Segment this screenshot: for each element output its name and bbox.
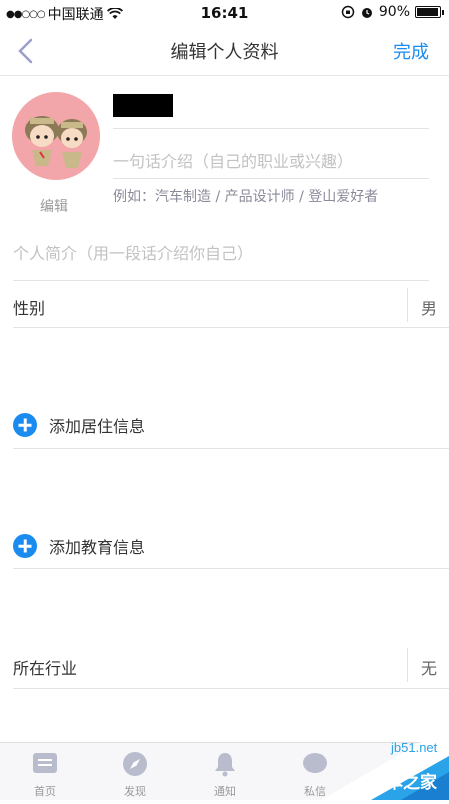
avatar-illustration: [12, 92, 100, 180]
add-residence-label: 添加居住信息: [49, 413, 145, 437]
divider: [407, 288, 408, 322]
bell-icon: [212, 751, 238, 777]
status-bar: ●●○○○ 中国联通 16:41 90%: [0, 0, 449, 26]
tab-home[interactable]: 首页: [0, 743, 90, 801]
tab-home-label: 首页: [0, 783, 90, 799]
tab-discover-label: 发现: [90, 783, 180, 799]
add-education-label: 添加教育信息: [49, 534, 145, 558]
alarm-icon: [360, 5, 374, 19]
tab-notifications-label: 通知: [180, 783, 270, 799]
divider: [407, 648, 408, 682]
divider: [13, 568, 449, 569]
add-residence-button[interactable]: 添加居住信息: [13, 413, 145, 437]
compass-icon: [122, 751, 148, 777]
battery-percent: 90%: [379, 4, 410, 20]
divider: [113, 178, 429, 179]
gender-label: 性别: [13, 295, 45, 319]
avatar-edit-button[interactable]: 编辑: [40, 196, 68, 216]
bio-input[interactable]: 个人简介（用一段话介绍你自己）: [13, 240, 253, 264]
divider: [13, 688, 449, 689]
watermark-logo: jb51.net 脚本之家: [301, 726, 449, 800]
redacted-name: [113, 94, 173, 117]
tab-notifications[interactable]: 通知: [180, 743, 270, 801]
done-button[interactable]: 完成: [393, 38, 429, 64]
add-education-button[interactable]: 添加教育信息: [13, 534, 145, 558]
watermark: jb51.net 脚本之家: [301, 726, 449, 800]
page-title: 编辑个人资料: [0, 38, 449, 64]
battery-icon: [415, 6, 441, 18]
plus-icon: [13, 534, 37, 558]
intro-input[interactable]: 一句话介绍（自己的职业或兴趣）: [113, 148, 353, 172]
industry-label: 所在行业: [13, 655, 77, 679]
home-icon: [32, 751, 58, 777]
plus-icon: [13, 413, 37, 437]
watermark-name: 脚本之家: [369, 772, 437, 793]
intro-example: 例如：汽车制造 / 产品设计师 / 登山爱好者: [113, 186, 378, 206]
divider: [113, 128, 429, 129]
divider: [13, 327, 449, 328]
nav-bar: 编辑个人资料 完成: [0, 26, 449, 76]
divider: [13, 448, 449, 449]
avatar[interactable]: [12, 92, 100, 180]
tab-discover[interactable]: 发现: [90, 743, 180, 801]
watermark-site: jb51.net: [390, 740, 438, 755]
gender-value[interactable]: 男: [421, 295, 437, 319]
rotation-lock-icon: [341, 5, 355, 19]
divider: [13, 280, 429, 281]
industry-value[interactable]: 无: [421, 655, 437, 679]
status-right: 90%: [341, 4, 441, 20]
